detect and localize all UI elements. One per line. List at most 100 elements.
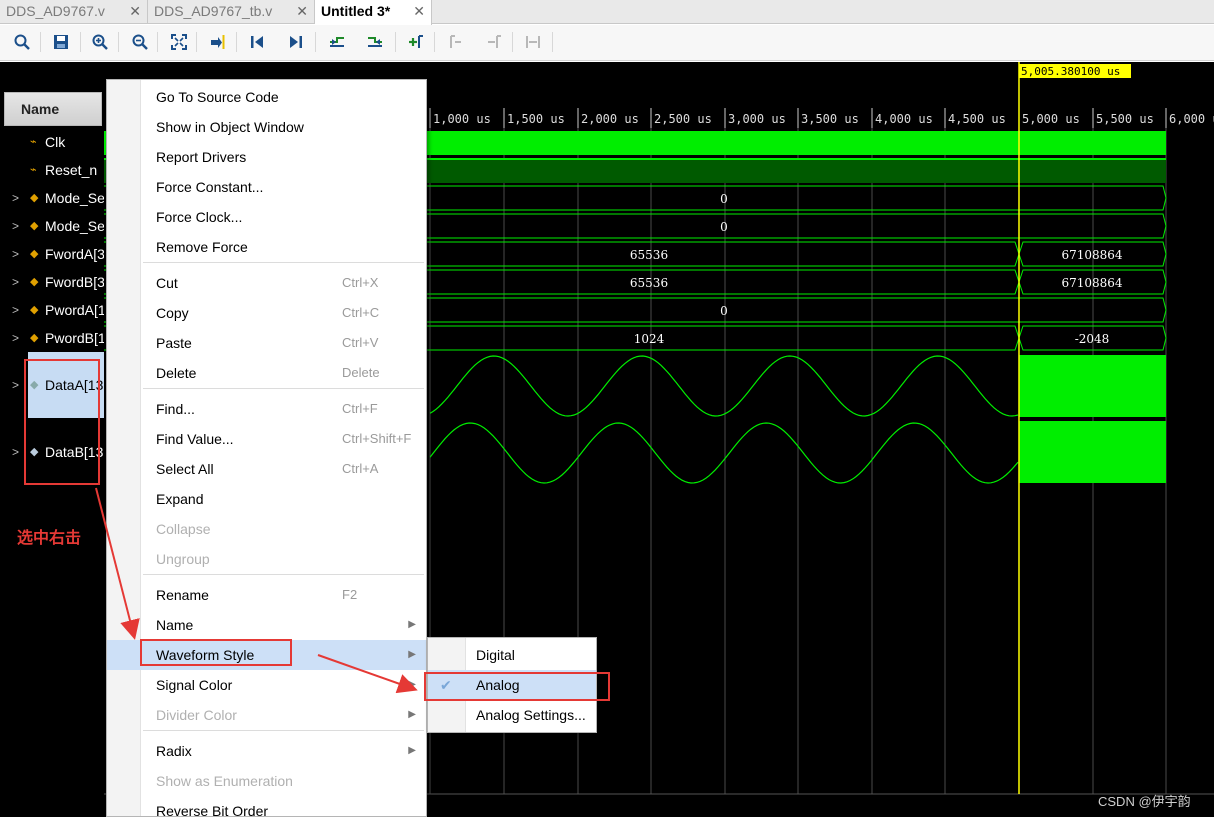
next-marker-icon[interactable] [482,30,506,54]
zoom-fit-icon[interactable] [167,30,191,54]
tab-dds-ad9767[interactable]: DDS_AD9767.v ✕ [0,0,148,24]
bus-value: 1024 [634,332,665,346]
bus-signal-icon: ◆ [30,304,39,316]
bus-value: 65536 [630,248,668,262]
time-tick-label: 4,500 us [948,112,1006,126]
close-icon[interactable]: ✕ [129,0,141,22]
menu-item-remove-force[interactable]: Remove Force [107,232,426,262]
time-tick-label: 5,500 us [1096,112,1154,126]
menu-item-reverse-bit-order[interactable]: Reverse Bit Order [107,796,426,816]
watermark: CSDN @伊宇韵 [1098,794,1191,809]
signal-name: FwordB[3 [45,274,104,290]
signal-name: PwordA[1 [45,302,104,318]
menu-item-rename[interactable]: Rename F2 [107,580,426,610]
signal-row-reset-n[interactable]: ⌁ Reset_n [0,156,104,184]
analog-highlight-box [424,672,610,701]
swap-cursors-icon[interactable] [521,30,545,54]
menu-item-collapse: Collapse [156,521,211,537]
context-menu: Go To Source Code Show in Object Window Re… [106,79,427,817]
add-marker-icon[interactable] [404,30,428,54]
bus-value: 67108864 [1061,276,1122,290]
zoom-in-icon[interactable] [88,30,112,54]
expand-arrow-icon[interactable]: > [12,240,19,268]
annotation-label: 选中右击 [17,530,82,547]
menu-item-delete[interactable]: Delete Delete [107,358,426,388]
next-transition-icon[interactable] [363,30,387,54]
signal-name: FwordA[3 [45,246,104,262]
menu-item-digital[interactable]: Digital [428,640,596,670]
menu-item-signal-color[interactable]: Signal Color ▶ [107,670,426,700]
menu-item-divider-color: Divider Color ▶ [107,700,426,730]
submenu-arrow-icon: ▶ [408,709,416,720]
time-tick-label: 1,500 us [507,112,565,126]
cursor-time-label: 5,005.380100 us [1021,65,1120,78]
expand-arrow-icon[interactable]: > [12,184,19,212]
expand-arrow-icon[interactable]: > [12,420,19,484]
signal-row-mode-sel-a[interactable]: > ◆ Mode_Se [0,184,104,212]
datab-analog-waveform [429,422,1019,484]
go-to-cursor-icon[interactable] [206,30,230,54]
bus-value: 65536 [630,276,668,290]
bus-signal-icon: ◆ [30,248,39,260]
expand-arrow-icon[interactable]: > [12,352,19,418]
previous-marker-icon[interactable] [443,30,467,54]
zoom-out-icon[interactable] [128,30,152,54]
menu-item-copy[interactable]: Copy Ctrl+C [107,298,426,328]
go-to-end-icon[interactable] [284,30,308,54]
signal-row-fworda[interactable]: > ◆ FwordA[3 [0,240,104,268]
menu-item-force-constant[interactable]: Force Constant... [107,172,426,202]
signal-row-fwordb[interactable]: > ◆ FwordB[3 [0,268,104,296]
waveform-toolbar [0,25,1214,61]
bus-signal-icon: ◆ [30,220,39,232]
save-icon[interactable] [49,30,73,54]
signal-row-mode-sel-b[interactable]: > ◆ Mode_Se [0,212,104,240]
tab-untitled-3[interactable]: Untitled 3* ✕ [315,0,432,25]
dataa-analog-waveform [429,355,1019,417]
signal-row-pwordb[interactable]: > ◆ PwordB[1 [0,324,104,352]
bit-signal-icon: ⌁ [30,136,37,148]
time-tick-label: 2,500 us [654,112,712,126]
menu-item-find[interactable]: Find... Ctrl+F [107,394,426,424]
bus-value: 0 [720,192,728,206]
menu-item-radix[interactable]: Radix ▶ [107,736,426,766]
time-tick-label: 3,500 us [801,112,859,126]
name-column-header[interactable]: Name [4,92,102,126]
menu-item-cut[interactable]: Cut Ctrl+X [107,268,426,298]
expand-arrow-icon[interactable]: > [12,324,19,352]
go-to-start-icon[interactable] [245,30,269,54]
expand-arrow-icon[interactable]: > [12,296,19,324]
bus-signal-icon: ◆ [30,276,39,288]
signal-row-clk[interactable]: ⌁ Clk [0,128,104,156]
signal-name: Reset_n [45,162,98,178]
bus-value: 0 [720,304,728,318]
submenu-arrow-icon: ▶ [408,745,416,756]
menu-item-analog-settings[interactable]: Analog Settings... [428,700,596,730]
tab-label: Untitled 3* [321,3,391,19]
expand-arrow-icon[interactable]: > [12,212,19,240]
close-icon[interactable]: ✕ [296,0,308,22]
tab-label: DDS_AD9767_tb.v [154,3,273,19]
search-icon[interactable] [10,30,34,54]
editor-tab-bar: DDS_AD9767.v ✕ DDS_AD9767_tb.v ✕ Untitle… [0,0,1214,25]
menu-item-force-clock[interactable]: Force Clock... [107,202,426,232]
tab-label: DDS_AD9767.v [6,3,105,19]
signal-name: PwordB[1 [45,330,104,346]
previous-transition-icon[interactable] [325,30,349,54]
menu-item-show-in-object-window[interactable]: Show in Object Window [107,112,426,142]
submenu-arrow-icon: ▶ [408,679,416,690]
menu-item-expand[interactable]: Expand [107,484,426,514]
menu-item-paste[interactable]: Paste Ctrl+V [107,328,426,358]
bit-signal-icon: ⌁ [30,164,37,176]
menu-item-report-drivers[interactable]: Report Drivers [107,142,426,172]
bus-value: -2048 [1075,332,1110,346]
close-icon[interactable]: ✕ [413,0,425,22]
menu-item-select-all[interactable]: Select All Ctrl+A [107,454,426,484]
menu-item-name[interactable]: Name ▶ [107,610,426,640]
signal-name: Clk [45,134,66,150]
expand-arrow-icon[interactable]: > [12,268,19,296]
menu-item-find-value[interactable]: Find Value... Ctrl+Shift+F [107,424,426,454]
menu-item-go-to-source-code[interactable]: Go To Source Code [107,82,426,112]
signal-row-pworda[interactable]: > ◆ PwordA[1 [0,296,104,324]
bus-value: 0 [720,220,728,234]
tab-dds-ad9767-tb[interactable]: DDS_AD9767_tb.v ✕ [148,0,315,24]
